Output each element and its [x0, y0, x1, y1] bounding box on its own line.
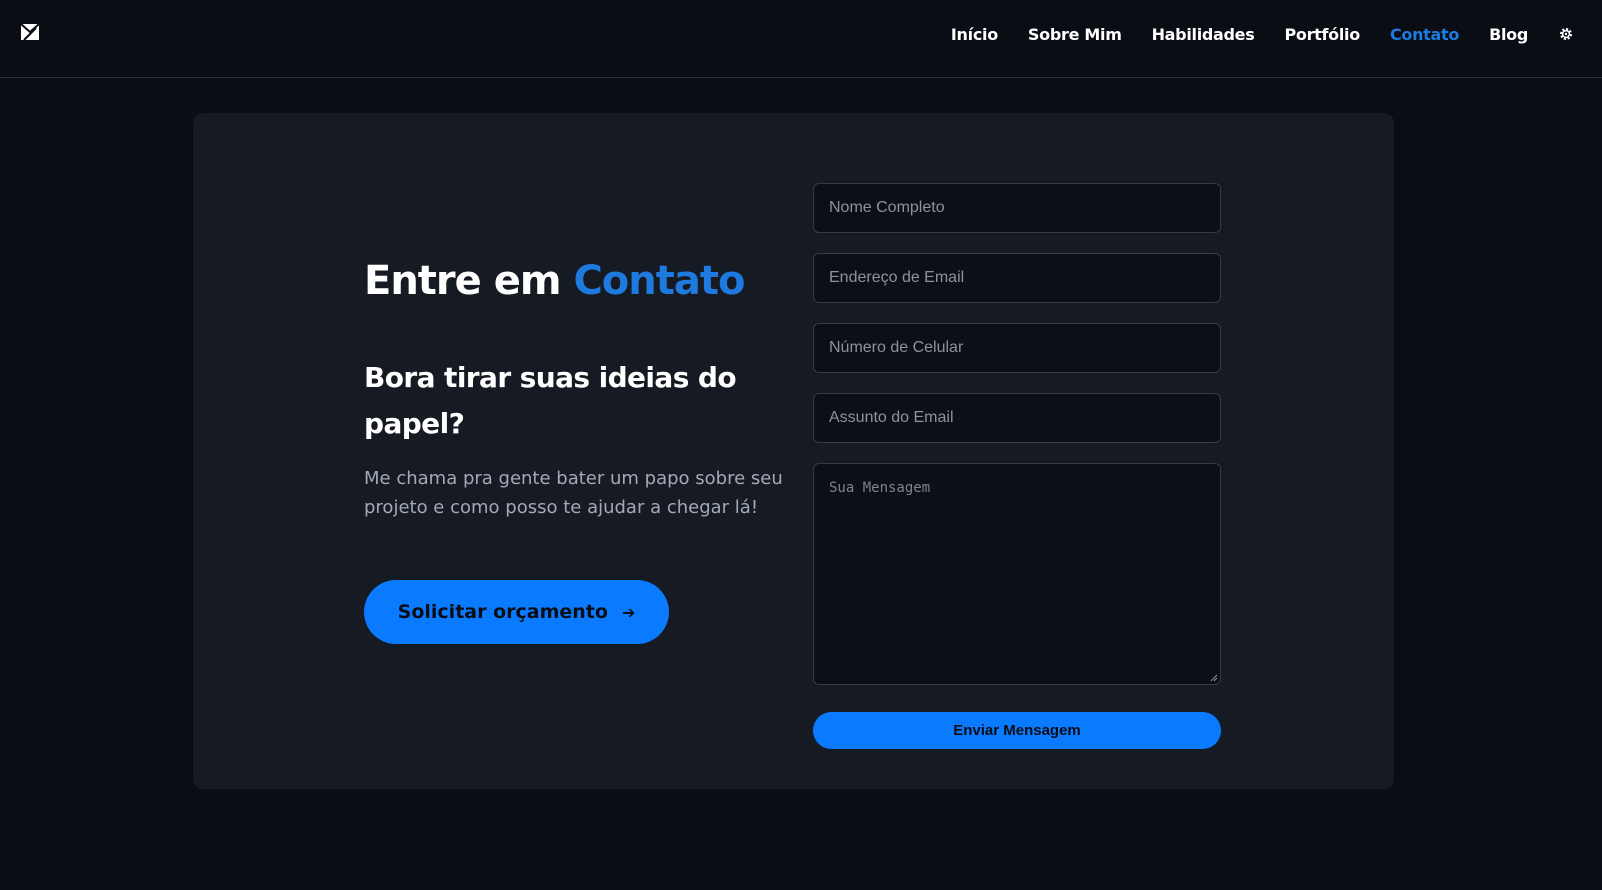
page-title: Entre em Contato [364, 258, 745, 304]
heading-prefix: Entre em [364, 258, 562, 304]
full-name-input[interactable] [813, 183, 1221, 233]
heading-accent: Contato [573, 258, 745, 304]
arrow-right-icon: ➔ [621, 602, 636, 622]
message-textarea[interactable] [813, 463, 1221, 685]
nav-link-sobre-mim[interactable]: Sobre Mim [1028, 25, 1122, 44]
email-input[interactable] [813, 253, 1221, 303]
subject-input[interactable] [813, 393, 1221, 443]
nav-link-contato[interactable]: Contato [1390, 25, 1459, 44]
phone-input[interactable] [813, 323, 1221, 373]
gear-icon[interactable] [1558, 26, 1574, 42]
description: Me chama pra gente bater um papo sobre s… [364, 468, 783, 518]
nav-link-portfolio[interactable]: Portfólio [1284, 25, 1360, 44]
request-quote-label: Solicitar orçamento [397, 601, 608, 623]
subheading: Bora tirar suas ideias do papel? [364, 361, 737, 440]
request-quote-button[interactable]: Solicitar orçamento ➔ [364, 580, 669, 644]
resize-handle-icon[interactable] [1210, 674, 1218, 682]
nav-link-inicio[interactable]: Início [951, 25, 998, 44]
logo-icon[interactable] [20, 22, 40, 42]
nav-links: Início Sobre Mim Habilidades Portfólio C… [921, 0, 1602, 68]
nav-link-blog[interactable]: Blog [1489, 25, 1528, 44]
send-message-button[interactable]: Enviar Mensagem [813, 712, 1221, 749]
nav-link-habilidades[interactable]: Habilidades [1152, 25, 1255, 44]
top-navbar: Início Sobre Mim Habilidades Portfólio C… [0, 0, 1602, 78]
